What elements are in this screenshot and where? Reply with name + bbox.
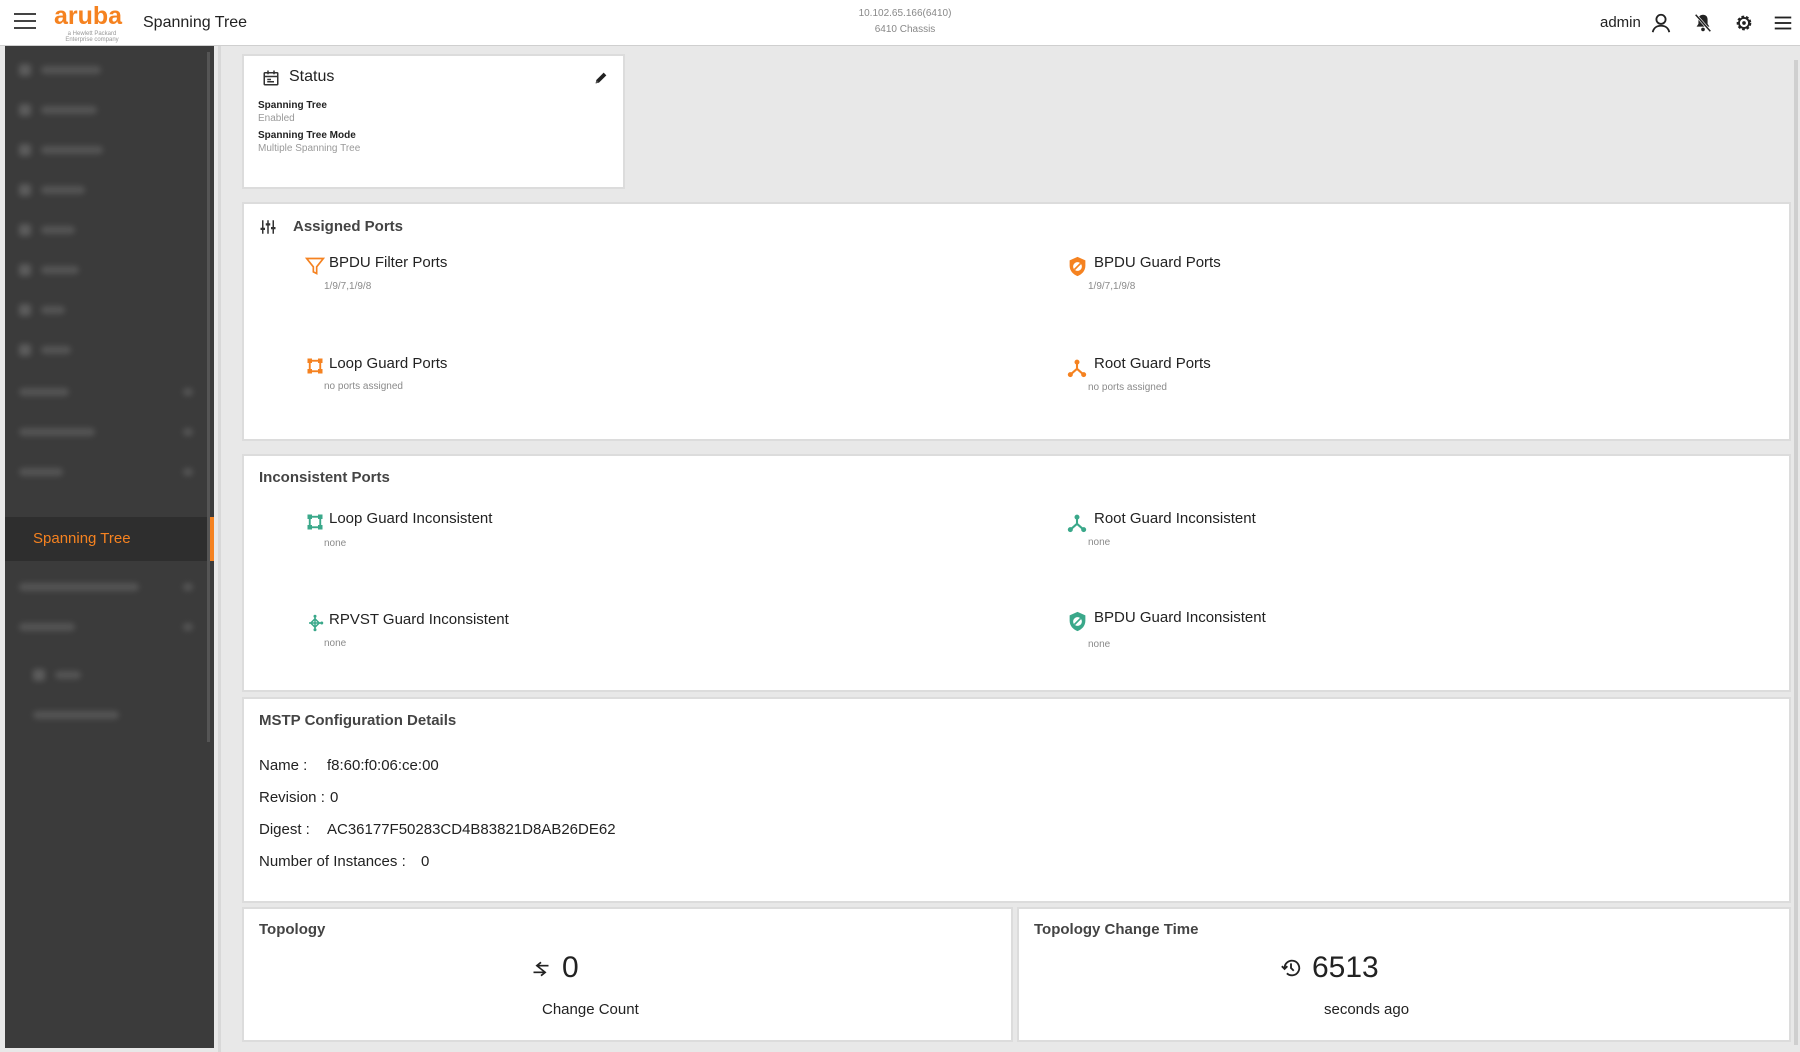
main-scrollbar[interactable] xyxy=(1794,60,1798,1045)
assigned-ports-card: Assigned Ports BPDU Filter Ports 1/9/7,1… xyxy=(242,202,1791,441)
sidebar-item-spanning-tree[interactable]: Spanning Tree xyxy=(5,517,214,561)
device-model: 6410 Chassis xyxy=(874,24,936,35)
loop-icon xyxy=(307,358,323,374)
gear-icon[interactable] xyxy=(1733,12,1755,34)
aruba-logo[interactable]: aruba a Hewlett Packard Enterprise compa… xyxy=(54,2,130,44)
mstp-revision-label: Revision : xyxy=(259,789,325,806)
tree-icon xyxy=(1067,514,1087,533)
sidebar-nav-items-blurred-lower[interactable] xyxy=(5,561,214,801)
sidebar-nav-items-blurred[interactable] xyxy=(5,46,214,517)
loop-guard-inconsistent-label: Loop Guard Inconsistent xyxy=(329,510,493,527)
bpdu-guard-inconsistent-label: BPDU Guard Inconsistent xyxy=(1094,609,1266,626)
mstp-name-value: f8:60:f0:06:ce:00 xyxy=(327,757,439,774)
page-title: Spanning Tree xyxy=(143,14,248,31)
mstp-config-card: MSTP Configuration Details Name : f8:60:… xyxy=(242,697,1791,903)
status-card: Status Spanning Tree Enabled Spanning Tr… xyxy=(242,54,625,189)
loop-guard-inconsistent-value: none xyxy=(324,538,347,549)
root-guard-inconsistent-label: Root Guard Inconsistent xyxy=(1094,510,1256,527)
history-icon xyxy=(1281,959,1301,977)
inconsistent-ports-title: Inconsistent Ports xyxy=(259,469,390,486)
mstp-instances-label: Number of Instances : xyxy=(259,853,406,870)
spanning-tree-mode-value: Multiple Spanning Tree xyxy=(258,143,361,154)
root-guard-inconsistent-value: none xyxy=(1088,537,1111,548)
rpvst-guard-inconsistent-label: RPVST Guard Inconsistent xyxy=(329,611,509,628)
mstp-revision-value: 0 xyxy=(330,789,339,806)
topology-title: Topology xyxy=(259,921,326,938)
bpdu-guard-ports-value: 1/9/7,1/9/8 xyxy=(1088,281,1136,292)
mstp-config-title: MSTP Configuration Details xyxy=(259,712,457,729)
more-menu-icon[interactable] xyxy=(1772,12,1794,34)
logo-tagline: a Hewlett Packard Enterprise company xyxy=(65,31,119,43)
root-guard-ports-value: no ports assigned xyxy=(1088,382,1167,393)
hamburger-icon[interactable] xyxy=(14,13,36,31)
sliders-icon xyxy=(260,220,276,234)
notification-off-icon[interactable] xyxy=(1692,12,1714,34)
shield-icon xyxy=(1069,611,1086,632)
topology-change-seconds: 6513 xyxy=(1312,951,1379,984)
content-divider xyxy=(218,46,221,1052)
status-title: Status xyxy=(289,68,335,85)
calendar-icon xyxy=(263,70,279,86)
swap-arrows-icon xyxy=(533,961,549,977)
mstp-instances-value: 0 xyxy=(421,853,430,870)
logo-text: aruba xyxy=(54,2,123,30)
sidebar-item-label: Spanning Tree xyxy=(33,530,131,547)
inconsistent-ports-card: Inconsistent Ports Loop Guard Inconsiste… xyxy=(242,454,1791,692)
user-name[interactable]: admin xyxy=(1600,14,1641,31)
spanning-tree-label: Spanning Tree xyxy=(258,100,327,111)
topology-change-count: 0 xyxy=(562,951,579,984)
loop-guard-ports-label: Loop Guard Ports xyxy=(329,355,448,372)
topology-change-time-title: Topology Change Time xyxy=(1034,921,1199,938)
mstp-name-label: Name : xyxy=(259,757,308,774)
spanning-tree-value: Enabled xyxy=(258,113,295,124)
mstp-digest-label: Digest : xyxy=(259,821,310,838)
filter-icon xyxy=(305,257,325,275)
assigned-ports-title: Assigned Ports xyxy=(293,218,404,235)
topology-change-time-caption: seconds ago xyxy=(1324,1001,1410,1018)
device-info: 10.102.65.166(6410) 6410 Chassis xyxy=(800,6,1010,38)
bpdu-guard-inconsistent-value: none xyxy=(1088,639,1111,650)
shield-icon xyxy=(1069,256,1086,277)
root-guard-ports-label: Root Guard Ports xyxy=(1094,355,1211,372)
network-icon xyxy=(309,614,324,632)
sidebar-scrollbar[interactable] xyxy=(207,52,210,742)
sidebar: Spanning Tree xyxy=(5,46,214,1048)
user-icon[interactable] xyxy=(1650,12,1672,34)
bpdu-filter-ports-value: 1/9/7,1/9/8 xyxy=(324,281,372,292)
topology-card: Topology 0 Change Count xyxy=(242,907,1013,1042)
rpvst-guard-inconsistent-value: none xyxy=(324,638,347,649)
loop-icon xyxy=(307,514,323,530)
bpdu-guard-ports-label: BPDU Guard Ports xyxy=(1094,254,1221,271)
topology-change-time-card: Topology Change Time 6513 seconds ago xyxy=(1017,907,1791,1042)
bpdu-filter-ports-label: BPDU Filter Ports xyxy=(329,254,448,271)
device-address: 10.102.65.166(6410) xyxy=(858,8,952,19)
top-bar: aruba a Hewlett Packard Enterprise compa… xyxy=(0,0,1800,46)
pencil-icon[interactable] xyxy=(593,70,609,86)
loop-guard-ports-value: no ports assigned xyxy=(324,381,403,392)
tree-icon xyxy=(1067,359,1087,378)
topology-change-count-caption: Change Count xyxy=(542,1001,639,1018)
mstp-digest-value: AC36177F50283CD4B83821D8AB26DE62 xyxy=(327,821,616,838)
spanning-tree-mode-label: Spanning Tree Mode xyxy=(258,130,356,141)
